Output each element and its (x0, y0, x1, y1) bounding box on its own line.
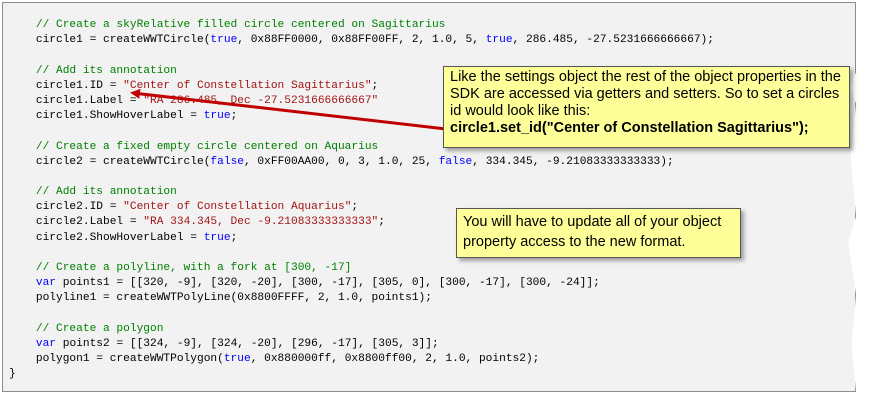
code-text: , 286.485, -27.5231666666667); (512, 34, 714, 47)
code-keyword: true (203, 110, 231, 123)
code-comment: // Create a polyline, with a fork at [30… (35, 262, 352, 274)
code-string: "Center of Constellation Sagittarius" (123, 79, 372, 92)
code-text: ; (230, 110, 238, 123)
callout-code-example: circle1.set_id("Center of Constellation … (450, 120, 809, 136)
code-line: var points1 = [[320, -9], [320, -20], [3… (9, 276, 714, 291)
code-text: circle2.ID = (9, 201, 124, 214)
code-text: ; (371, 79, 379, 92)
code-screenshot-frame: // Create a skyRelative filled circle ce… (2, 2, 856, 392)
code-text: circle1.ShowHoverLabel = (9, 110, 204, 123)
code-text: } (9, 368, 16, 381)
code-comment: // Create a fixed empty circle centered … (35, 140, 379, 153)
code-line: circle2 = createWWTCircle(false, 0xFF00A… (9, 155, 714, 170)
code-keyword: true (485, 34, 513, 47)
code-comment: // Add its annotation (35, 64, 177, 77)
callout-text: Like the settings object the rest of the… (450, 69, 841, 119)
code-keyword: false (210, 155, 244, 168)
code-line: circle1 = createWWTCircle(true, 0x88FF00… (9, 33, 714, 48)
code-line: polyline1 = createWWTPolyLine(0x8800FFFF… (9, 291, 714, 306)
code-text: circle2 = createWWTCircle( (9, 155, 211, 168)
code-text: circle1.ID = (9, 79, 124, 92)
code-line: // Create a polyline, with a fork at [30… (9, 261, 714, 276)
code-line: // Create a polygon (9, 322, 714, 337)
code-line: // Add its annotation (9, 185, 714, 200)
callout-text: You will have to update all of your obje… (463, 214, 722, 250)
code-keyword: true (210, 34, 238, 47)
code-text: circle2.ShowHoverLabel = (9, 231, 204, 244)
code-text: ; (230, 231, 238, 244)
code-string: "RA 286.485, Dec -27.5231666666667" (143, 94, 379, 107)
code-comment: // Create a polygon (35, 322, 164, 335)
code-text: points2 = [[324, -9], [324, -20], [296, … (56, 337, 439, 350)
code-text: , 0x880000ff, 0x8800ff00, 2, 1.0, points… (250, 353, 540, 366)
code-text: circle1.Label = (9, 94, 144, 107)
code-text: circle2.Label = (9, 216, 144, 229)
annotation-callout-getters-setters: Like the settings object the rest of the… (443, 66, 850, 148)
code-text: , 334.345, -9.21083333333333); (472, 155, 674, 168)
code-keyword: var (35, 337, 57, 350)
code-keyword: false (438, 155, 473, 168)
code-text: ; (351, 201, 359, 214)
code-string: "Center of Constellation Aquarius" (123, 201, 352, 214)
code-line: var points2 = [[324, -9], [324, -20], [2… (9, 337, 714, 352)
code-text: polygon1 = createWWTPolygon( (9, 353, 224, 366)
code-keyword: true (223, 353, 251, 366)
code-line: } (9, 367, 714, 382)
code-text: polyline1 = createWWTPolyLine(0x8800FFFF… (9, 292, 432, 305)
code-string: "RA 334.345, Dec -9.21083333333333" (143, 216, 379, 229)
code-line: // Create a skyRelative filled circle ce… (9, 18, 714, 33)
code-comment: // Add its annotation (35, 186, 177, 199)
code-line: polygon1 = createWWTPolygon(true, 0x8800… (9, 352, 714, 367)
code-keyword: true (203, 231, 231, 244)
code-text: , 0x88FF0000, 0x88FF00FF, 2, 1.0, 5, (237, 34, 486, 47)
code-text: ; (378, 216, 385, 229)
code-text: points1 = [[320, -9], [320, -20], [300, … (56, 277, 600, 290)
code-text: circle1 = createWWTCircle( (9, 34, 211, 47)
code-keyword: var (35, 277, 57, 290)
annotation-callout-update-format: You will have to update all of your obje… (456, 208, 741, 258)
code-comment: // Create a skyRelative filled circle ce… (35, 19, 446, 31)
code-text: , 0xFF00AA00, 0, 3, 1.0, 25, (244, 155, 439, 168)
